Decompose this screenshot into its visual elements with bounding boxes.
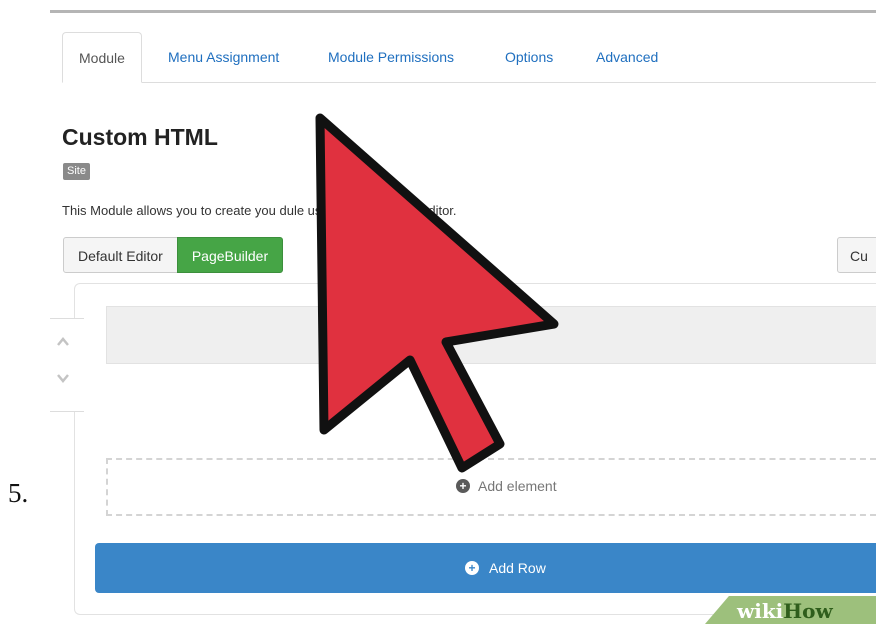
module-tabs: Module Menu Assignment Module Permission… [62,32,876,83]
tab-options[interactable]: Options [489,32,569,82]
add-row-button[interactable]: + Add Row [95,543,876,593]
add-row-label: Add Row [489,560,546,576]
top-divider [50,10,876,13]
site-badge: Site [63,163,90,180]
builder-row [106,306,876,364]
custom-button[interactable]: Cu [837,237,876,273]
add-row-content: + Add Row [465,543,546,593]
module-title: Custom HTML [62,124,218,150]
plus-circle-icon: + [465,561,479,575]
pagebuilder-button[interactable]: PageBuilder [176,237,284,273]
tab-module[interactable]: Module [62,32,142,83]
watermark-part-wiki: wiki [737,599,784,623]
wikihow-watermark: wikiHow [705,596,876,624]
add-element-button[interactable]: + Add element [106,458,876,516]
add-element-content: + Add element [456,478,557,494]
watermark-text: wikiHow [737,599,833,623]
row-move-handle[interactable] [50,318,84,412]
step-number: 5. [8,478,29,508]
add-element-label: Add element [478,478,557,494]
module-description: This Module allows you to create you dul… [62,203,457,218]
plus-circle-icon: + [456,479,470,493]
tab-module-permissions[interactable]: Module Permissions [312,32,470,82]
module-editor-screen: Module Menu Assignment Module Permission… [50,0,876,624]
tab-advanced[interactable]: Advanced [580,32,674,82]
watermark-part-how: How [783,599,833,623]
editor-toggle: Default Editor PageBuilder [63,237,284,273]
chevron-down-icon[interactable] [56,371,70,385]
chevron-up-icon[interactable] [56,335,70,349]
default-editor-button[interactable]: Default Editor [63,237,178,273]
tab-menu-assignment[interactable]: Menu Assignment [152,32,295,82]
